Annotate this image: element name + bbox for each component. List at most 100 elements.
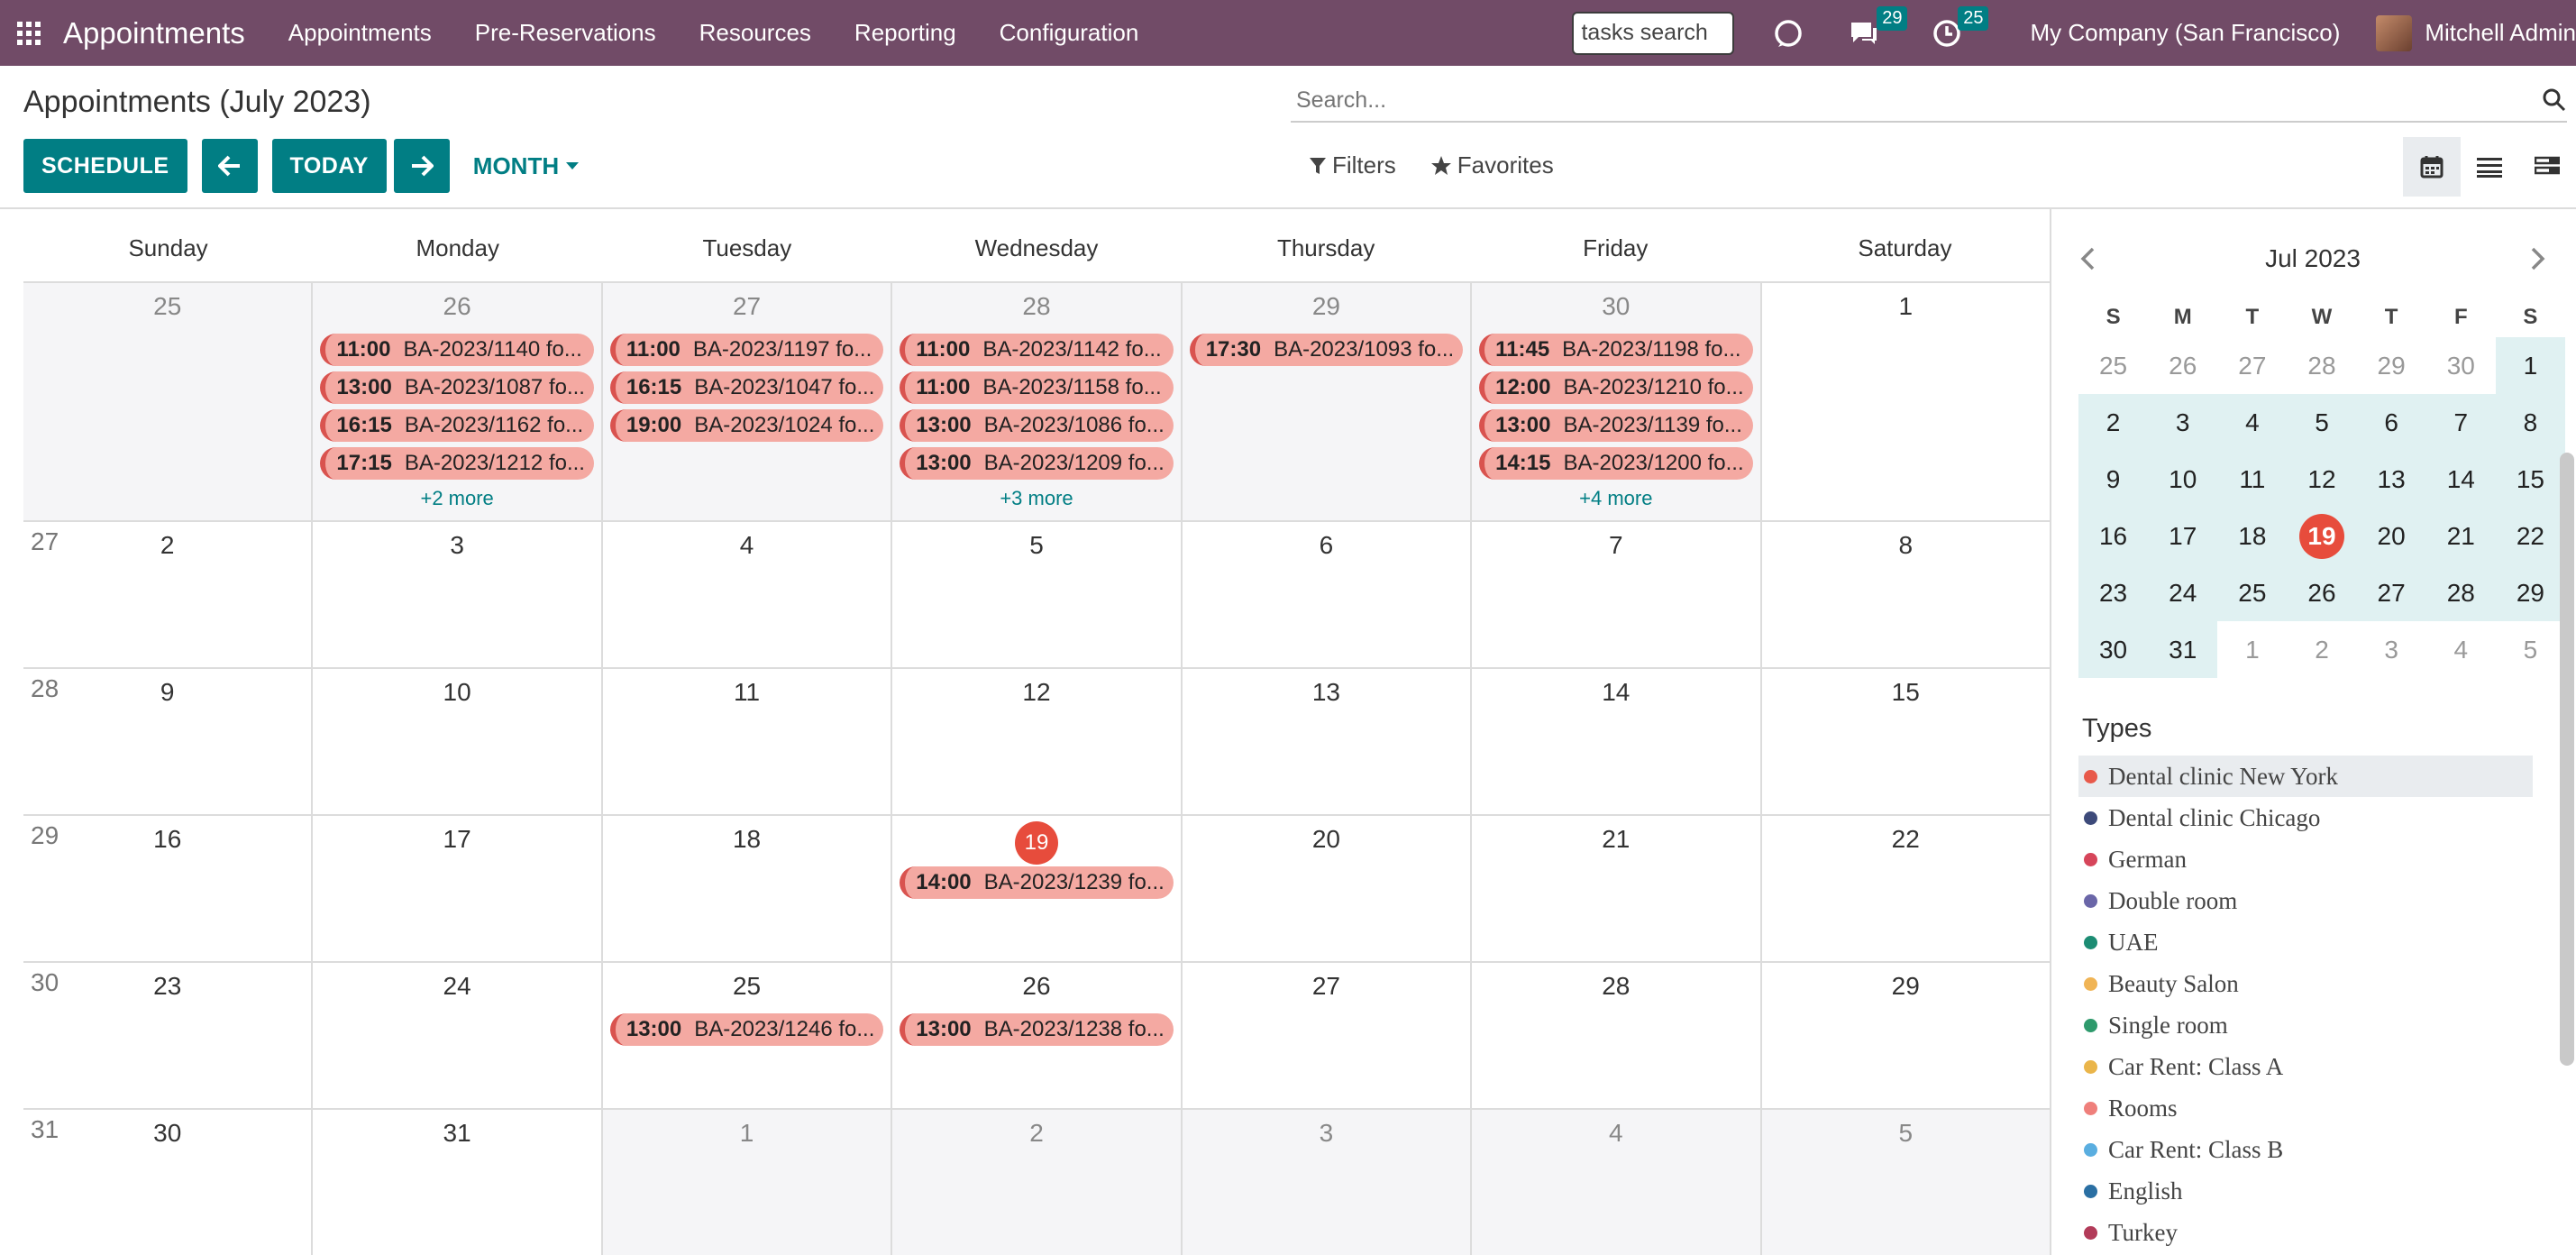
- mini-calendar-day[interactable]: 31: [2148, 621, 2218, 678]
- sidebar-scrollbar[interactable]: [2560, 453, 2574, 1066]
- appointment-event[interactable]: 11:00 BA-2023/1158 fo...: [900, 371, 1174, 404]
- type-filter-item[interactable]: Turkey: [2078, 1212, 2533, 1253]
- calendar-day-cell[interactable]: 6: [1183, 522, 1473, 667]
- type-filter-item[interactable]: Car Rent: Class B: [2078, 1129, 2533, 1170]
- appointment-event[interactable]: 13:00 BA-2023/1139 fo...: [1479, 409, 1753, 442]
- type-filter-item[interactable]: Dental clinic Chicago: [2078, 797, 2533, 838]
- calendar-day-cell[interactable]: 12: [892, 669, 1183, 814]
- calendar-day-cell[interactable]: 5: [1761, 1110, 2050, 1255]
- schedule-button[interactable]: SCHEDULE: [23, 139, 187, 193]
- appointment-event[interactable]: 16:15 BA-2023/1162 fo...: [320, 409, 594, 442]
- appointment-event[interactable]: 13:00 BA-2023/1238 fo...: [900, 1013, 1174, 1046]
- calendar-day-cell[interactable]: 10: [313, 669, 603, 814]
- mini-calendar-day[interactable]: 4: [2426, 621, 2496, 678]
- filters-toggle[interactable]: Filters: [1309, 151, 1396, 179]
- type-filter-item[interactable]: Single room: [2078, 1004, 2533, 1046]
- appointment-event[interactable]: 11:00 BA-2023/1197 fo...: [609, 334, 884, 366]
- type-filter-item[interactable]: German: [2078, 838, 2533, 880]
- mini-calendar-day[interactable]: 5: [2496, 621, 2565, 678]
- user-menu[interactable]: Mitchell Admin: [2376, 14, 2576, 51]
- calendar-day-cell[interactable]: 28: [1472, 963, 1762, 1108]
- calendar-view-button[interactable]: [2403, 137, 2461, 197]
- today-button[interactable]: TODAY: [271, 139, 387, 193]
- mini-calendar-day[interactable]: 27: [2217, 337, 2287, 394]
- menu-reporting[interactable]: Reporting: [854, 19, 956, 47]
- mini-calendar-day[interactable]: 26: [2148, 337, 2217, 394]
- calendar-day-cell[interactable]: 19 14:00 BA-2023/1239 fo...: [892, 816, 1183, 961]
- mini-calendar-day[interactable]: 9: [2078, 451, 2149, 508]
- mini-calendar-day[interactable]: 25: [2217, 564, 2288, 621]
- mini-calendar-day[interactable]: 5: [2287, 394, 2357, 451]
- type-filter-item[interactable]: Dental clinic New York: [2078, 756, 2533, 797]
- calendar-day-cell[interactable]: 11: [603, 669, 893, 814]
- mini-calendar-day[interactable]: 29: [2495, 564, 2565, 621]
- calendar-day-cell[interactable]: 28 11:00 BA-2023/1142 fo... 11:00 BA-2023/11…: [892, 283, 1183, 520]
- appointment-event[interactable]: 13:00 BA-2023/1086 fo...: [900, 409, 1174, 442]
- mini-calendar-day[interactable]: 29: [2357, 337, 2426, 394]
- mini-calendar-day[interactable]: 18: [2217, 508, 2288, 564]
- calendar-day-cell[interactable]: 30: [23, 1110, 314, 1255]
- mini-calendar-day[interactable]: 30: [2078, 621, 2149, 678]
- scale-dropdown[interactable]: MONTH: [473, 152, 580, 180]
- company-switcher[interactable]: My Company (San Francisco): [2030, 19, 2340, 47]
- appointment-event[interactable]: 13:00 BA-2023/1209 fo...: [900, 447, 1174, 480]
- more-events-link[interactable]: +2 more: [313, 487, 600, 510]
- mini-calendar-day[interactable]: 23: [2078, 564, 2149, 621]
- calendar-day-cell[interactable]: 26 13:00 BA-2023/1238 fo...: [892, 963, 1183, 1108]
- calendar-day-cell[interactable]: 2: [892, 1110, 1183, 1255]
- calendar-day-cell[interactable]: 5: [892, 522, 1183, 667]
- app-brand[interactable]: Appointments: [58, 16, 245, 50]
- calendar-day-cell[interactable]: 15: [1762, 669, 2050, 814]
- mini-calendar-day[interactable]: 1: [2495, 337, 2565, 394]
- activities-clock-icon[interactable]: 25: [1932, 5, 1989, 48]
- mini-calendar-day[interactable]: 2: [2287, 621, 2356, 678]
- mini-calendar-day[interactable]: 17: [2148, 508, 2218, 564]
- calendar-day-cell[interactable]: 4: [1472, 1110, 1762, 1255]
- tasks-search-input[interactable]: [1572, 11, 1735, 55]
- mini-calendar-day[interactable]: 16: [2078, 508, 2149, 564]
- appointment-event[interactable]: 14:00 BA-2023/1239 fo...: [900, 866, 1174, 899]
- mini-calendar-day[interactable]: 7: [2425, 394, 2496, 451]
- calendar-day-cell[interactable]: 21: [1472, 816, 1762, 961]
- calendar-day-cell[interactable]: 31: [313, 1110, 603, 1255]
- appointment-event[interactable]: 14:15 BA-2023/1200 fo...: [1479, 447, 1753, 480]
- calendar-day-cell[interactable]: 17: [313, 816, 603, 961]
- calendar-day-cell[interactable]: 1: [602, 1110, 893, 1255]
- menu-resources[interactable]: Resources: [699, 19, 811, 47]
- type-filter-item[interactable]: Rooms: [2078, 1087, 2533, 1129]
- calendar-day-cell[interactable]: 3: [313, 522, 603, 667]
- calendar-day-cell[interactable]: 29 17:30 BA-2023/1093 fo...: [1182, 283, 1473, 520]
- type-filter-item[interactable]: Beauty Salon: [2078, 963, 2533, 1004]
- type-filter-item[interactable]: Double room: [2078, 880, 2533, 921]
- menu-appointments[interactable]: Appointments: [288, 19, 432, 47]
- mini-calendar-day[interactable]: 2: [2078, 394, 2149, 451]
- appointment-event[interactable]: 13:00 BA-2023/1087 fo...: [320, 371, 594, 404]
- mini-calendar-today[interactable]: 19: [2287, 508, 2357, 564]
- calendar-day-cell[interactable]: 29: [1762, 963, 2050, 1108]
- appointment-event[interactable]: 11:45 BA-2023/1198 fo...: [1479, 334, 1753, 366]
- calendar-day-cell[interactable]: 24: [313, 963, 603, 1108]
- mini-calendar-day[interactable]: 21: [2425, 508, 2496, 564]
- mini-calendar-day[interactable]: 30: [2426, 337, 2496, 394]
- next-button[interactable]: [393, 139, 450, 193]
- calendar-day-cell[interactable]: 27 11:00 BA-2023/1197 fo... 16:15 BA-2023/10…: [602, 283, 893, 520]
- mini-calendar-day[interactable]: 6: [2356, 394, 2426, 451]
- calendar-day-cell[interactable]: 2: [23, 522, 314, 667]
- calendar-day-cell[interactable]: 8: [1762, 522, 2050, 667]
- mini-calendar-day[interactable]: 28: [2425, 564, 2496, 621]
- calendar-day-cell[interactable]: 18: [603, 816, 893, 961]
- mini-calendar-day[interactable]: 1: [2217, 621, 2287, 678]
- calendar-day-cell[interactable]: 25 13:00 BA-2023/1246 fo...: [603, 963, 893, 1108]
- type-filter-item[interactable]: UAE: [2078, 921, 2533, 963]
- mini-calendar-day[interactable]: 24: [2148, 564, 2218, 621]
- apps-menu-icon[interactable]: [0, 0, 58, 66]
- calendar-day-cell[interactable]: 30 11:45 BA-2023/1198 fo... 12:00 BA-2023/12…: [1472, 283, 1762, 520]
- menu-pre-reservations[interactable]: Pre-Reservations: [475, 19, 656, 47]
- appointment-event[interactable]: 11:00 BA-2023/1142 fo...: [900, 334, 1174, 366]
- appointment-event[interactable]: 11:00 BA-2023/1140 fo...: [320, 334, 594, 366]
- calendar-day-cell[interactable]: 3: [1182, 1110, 1473, 1255]
- calendar-day-cell[interactable]: 9: [23, 669, 314, 814]
- mini-calendar-day[interactable]: 20: [2356, 508, 2426, 564]
- more-events-link[interactable]: +4 more: [1472, 487, 1759, 510]
- calendar-day-cell[interactable]: 14: [1472, 669, 1762, 814]
